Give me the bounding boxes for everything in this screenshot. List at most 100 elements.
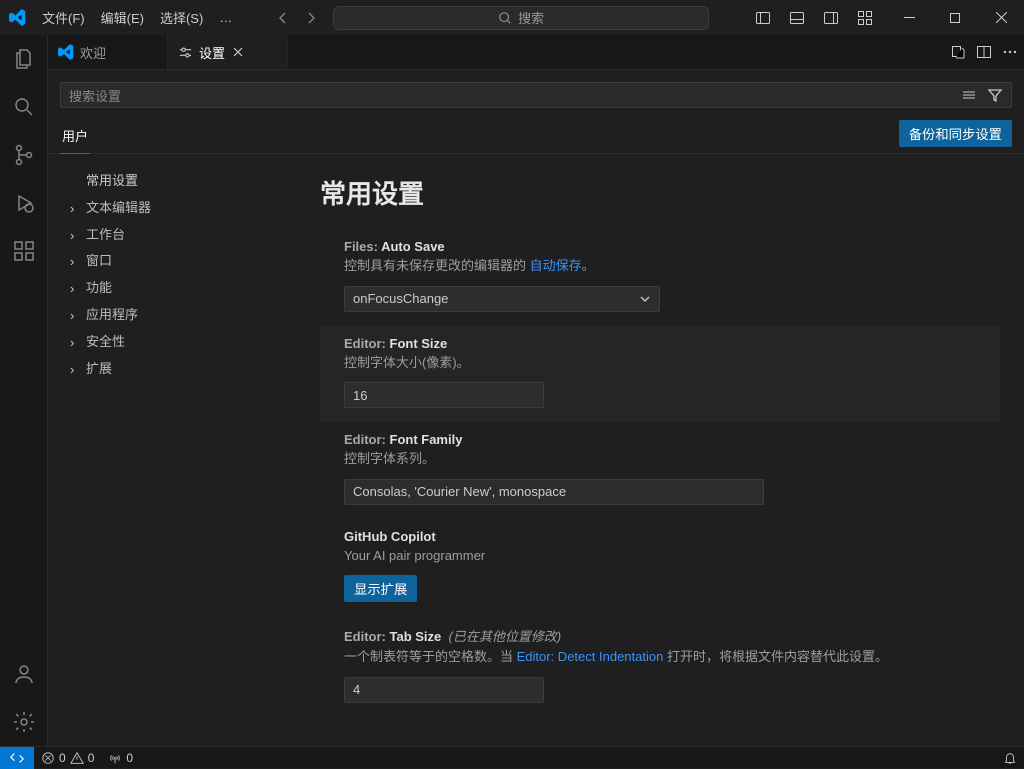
toc-extensions[interactable]: ›扩展 bbox=[64, 356, 312, 383]
activity-debug[interactable] bbox=[0, 179, 48, 227]
fontfamily-input[interactable]: Consolas, 'Courier New', monospace bbox=[344, 479, 764, 505]
tab-settings[interactable]: 设置 bbox=[168, 35, 288, 69]
toc-window[interactable]: ›窗口 bbox=[64, 248, 312, 275]
settings-search-input[interactable]: 搜索设置 bbox=[60, 82, 1012, 108]
status-ports[interactable]: 0 bbox=[101, 751, 140, 765]
setting-files-autosave: Files: Auto Save 控制具有未保存更改的编辑器的 自动保存。 on… bbox=[344, 229, 1000, 326]
chevron-right-icon: › bbox=[70, 360, 74, 381]
show-extension-button[interactable]: 显示扩展 bbox=[344, 575, 417, 602]
setting-scope: Editor: bbox=[344, 432, 390, 447]
command-center-placeholder: 搜索 bbox=[518, 8, 544, 27]
modified-note: (已在其他位置修改) bbox=[449, 629, 562, 644]
tabsize-input[interactable]: 4 bbox=[344, 677, 544, 703]
setting-name: Font Family bbox=[390, 432, 463, 447]
setting-desc: 控制字体系列。 bbox=[344, 449, 980, 469]
toggle-panel[interactable] bbox=[780, 0, 814, 35]
nav-forward[interactable] bbox=[297, 4, 325, 32]
status-notifications[interactable] bbox=[996, 751, 1024, 765]
toc-workbench[interactable]: ›工作台 bbox=[64, 222, 312, 249]
settings-heading: 常用设置 bbox=[320, 174, 1000, 211]
clear-search-icon[interactable] bbox=[961, 87, 977, 103]
nav-back[interactable] bbox=[269, 4, 297, 32]
setting-editor-fontfamily: Editor: Font Family 控制字体系列。 Consolas, 'C… bbox=[344, 422, 1000, 519]
settings-toc: 常用设置 ›文本编辑器 ›工作台 ›窗口 ›功能 ›应用程序 ›安全性 ›扩展 bbox=[48, 154, 320, 746]
search-icon bbox=[498, 11, 512, 25]
chevron-right-icon: › bbox=[70, 199, 74, 220]
toggle-primary-sidebar[interactable] bbox=[746, 0, 780, 35]
settings-icon bbox=[178, 45, 193, 60]
setting-scope: Editor: bbox=[344, 336, 390, 351]
input-value: 4 bbox=[353, 682, 360, 697]
window-minimize[interactable] bbox=[886, 0, 932, 35]
activity-account[interactable] bbox=[0, 650, 48, 698]
activity-bar bbox=[0, 35, 48, 746]
activity-settings[interactable] bbox=[0, 698, 48, 746]
setting-scope: Editor: bbox=[344, 629, 390, 644]
setting-name: GitHub Copilot bbox=[344, 529, 980, 544]
command-center[interactable]: 搜索 bbox=[333, 6, 709, 30]
app-logo bbox=[0, 9, 34, 26]
warning-icon bbox=[70, 751, 84, 765]
toc-common[interactable]: 常用设置 bbox=[64, 168, 312, 195]
toc-text-editor[interactable]: ›文本编辑器 bbox=[64, 195, 312, 222]
setting-name: Tab Size bbox=[390, 629, 442, 644]
activity-explorer[interactable] bbox=[0, 35, 48, 83]
filter-icon[interactable] bbox=[987, 87, 1003, 103]
status-bar: 0 0 0 bbox=[0, 746, 1024, 768]
chevron-right-icon: › bbox=[70, 306, 74, 327]
window-maximize[interactable] bbox=[932, 0, 978, 35]
chevron-right-icon: › bbox=[70, 279, 74, 300]
tab-label: 欢迎 bbox=[80, 43, 106, 62]
detect-indentation-link[interactable]: Editor: Detect Indentation bbox=[517, 649, 664, 664]
autosave-link[interactable]: 自动保存 bbox=[530, 258, 582, 273]
sync-settings-button[interactable]: 备份和同步设置 bbox=[899, 120, 1012, 147]
input-value: Consolas, 'Courier New', monospace bbox=[353, 484, 566, 499]
editor-tabs: 欢迎 设置 bbox=[48, 35, 1024, 70]
status-problems[interactable]: 0 0 bbox=[34, 751, 101, 765]
setting-name: Auto Save bbox=[381, 239, 445, 254]
setting-scope: Files: bbox=[344, 239, 381, 254]
autosave-select[interactable]: onFocusChange bbox=[344, 286, 660, 312]
setting-name: Font Size bbox=[390, 336, 448, 351]
window-close[interactable] bbox=[978, 0, 1024, 35]
bell-icon bbox=[1003, 751, 1017, 765]
search-placeholder: 搜索设置 bbox=[69, 86, 121, 105]
setting-github-copilot: GitHub Copilot Your AI pair programmer 显… bbox=[344, 519, 1000, 617]
split-editor[interactable] bbox=[976, 44, 992, 60]
setting-editor-tabsize: Editor: Tab Size (已在其他位置修改) 一个制表符等于的空格数。… bbox=[344, 616, 1000, 717]
tab-welcome[interactable]: 欢迎 bbox=[48, 35, 168, 69]
menu-file[interactable]: 文件(F) bbox=[34, 0, 93, 35]
settings-content: 常用设置 Files: Auto Save 控制具有未保存更改的编辑器的 自动保… bbox=[320, 154, 1024, 746]
remote-indicator[interactable] bbox=[0, 747, 34, 769]
menu-selection[interactable]: 选择(S) bbox=[152, 0, 211, 35]
toggle-secondary-sidebar[interactable] bbox=[814, 0, 848, 35]
menubar: 文件(F) 编辑(E) 选择(S) … bbox=[34, 0, 240, 35]
chevron-right-icon: › bbox=[70, 333, 74, 354]
setting-desc: Your AI pair programmer bbox=[344, 546, 980, 566]
select-value: onFocusChange bbox=[353, 291, 448, 306]
toc-security[interactable]: ›安全性 bbox=[64, 329, 312, 356]
input-value: 16 bbox=[353, 388, 367, 403]
menu-edit[interactable]: 编辑(E) bbox=[93, 0, 152, 35]
error-icon bbox=[41, 751, 55, 765]
activity-search[interactable] bbox=[0, 83, 48, 131]
open-settings-json[interactable] bbox=[950, 44, 966, 60]
chevron-right-icon: › bbox=[70, 226, 74, 247]
fontsize-input[interactable]: 16 bbox=[344, 382, 544, 408]
close-icon[interactable] bbox=[231, 45, 247, 59]
more-actions[interactable] bbox=[1002, 44, 1018, 60]
chevron-right-icon: › bbox=[70, 252, 74, 273]
scope-user[interactable]: 用户 bbox=[60, 120, 90, 153]
activity-scm[interactable] bbox=[0, 131, 48, 179]
titlebar: 文件(F) 编辑(E) 选择(S) … 搜索 bbox=[0, 0, 1024, 35]
activity-extensions[interactable] bbox=[0, 227, 48, 275]
menu-more[interactable]: … bbox=[211, 0, 240, 35]
toc-application[interactable]: ›应用程序 bbox=[64, 302, 312, 329]
setting-editor-fontsize: Editor: Font Size 控制字体大小(像素)。 16 bbox=[320, 326, 1000, 423]
toc-features[interactable]: ›功能 bbox=[64, 275, 312, 302]
setting-desc: 控制字体大小(像素)。 bbox=[344, 353, 980, 373]
radio-tower-icon bbox=[108, 751, 122, 765]
customize-layout[interactable] bbox=[848, 0, 882, 35]
vscode-icon bbox=[58, 44, 74, 60]
chevron-down-icon bbox=[639, 293, 651, 305]
